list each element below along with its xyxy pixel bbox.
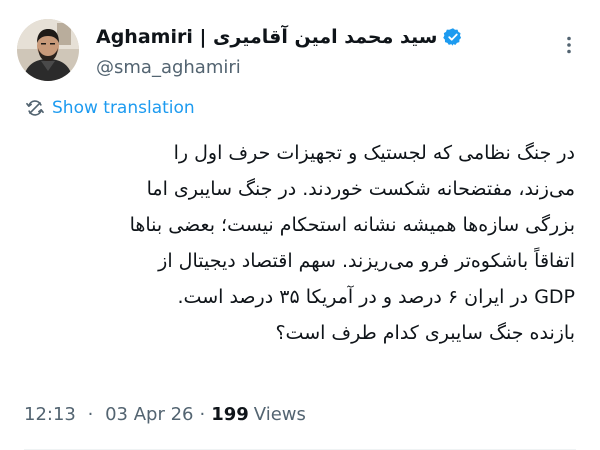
tweet-text: در جنگ نظامی که لجستیک و تجهیزات حرف اول… xyxy=(15,135,575,351)
tweet-line: GDP در ایران ۶ درصد و در آمریکا ۳۵ درصد … xyxy=(177,286,575,308)
tweet-line: اتفاقاً باشکوه‌تر فرو می‌ریزند. سهم اقتص… xyxy=(158,250,575,272)
avatar-image xyxy=(17,19,79,81)
more-options-button[interactable] xyxy=(556,32,582,58)
tweet-metadata: 12:13 · 03 Apr 26 · 199 Views xyxy=(24,404,306,425)
meta-separator: · xyxy=(87,404,94,425)
views-count: 199 xyxy=(211,404,249,425)
views-label: Views xyxy=(253,404,306,425)
meta-separator: · xyxy=(199,404,206,425)
show-translation-link[interactable]: Show translation xyxy=(24,97,195,119)
show-translation-label[interactable]: Show translation xyxy=(52,98,195,118)
tweet-line: بزرگی سازه‌ها همیشه نشانه استحکام نیست؛ … xyxy=(129,214,575,236)
avatar[interactable] xyxy=(17,19,79,81)
translate-icon xyxy=(26,100,44,116)
tweet-line: می‌زند، مفتضحانه شکست خوردند. در جنگ سای… xyxy=(146,178,575,200)
tweet-timestamp[interactable]: 12:13 · 03 Apr 26 xyxy=(24,404,193,425)
tweet-date[interactable]: 03 Apr 26 xyxy=(105,404,193,425)
tweet-line: در جنگ نظامی که لجستیک و تجهیزات حرف اول… xyxy=(173,142,575,164)
tweet-line: بازنده جنگ سایبری کدام طرف است؟ xyxy=(275,322,575,344)
tweet-time[interactable]: 12:13 xyxy=(24,404,76,425)
author-name-row[interactable]: Aghamiri | سید محمد امین آقامیری xyxy=(96,26,463,48)
verified-badge-icon xyxy=(443,27,463,47)
more-horizontal-icon xyxy=(567,36,571,54)
author-handle[interactable]: @sma_aghamiri xyxy=(96,57,241,78)
display-name[interactable]: Aghamiri | سید محمد امین آقامیری xyxy=(96,26,437,48)
tweet-card: Aghamiri | سید محمد امین آقامیری @sma_ag… xyxy=(0,0,600,450)
